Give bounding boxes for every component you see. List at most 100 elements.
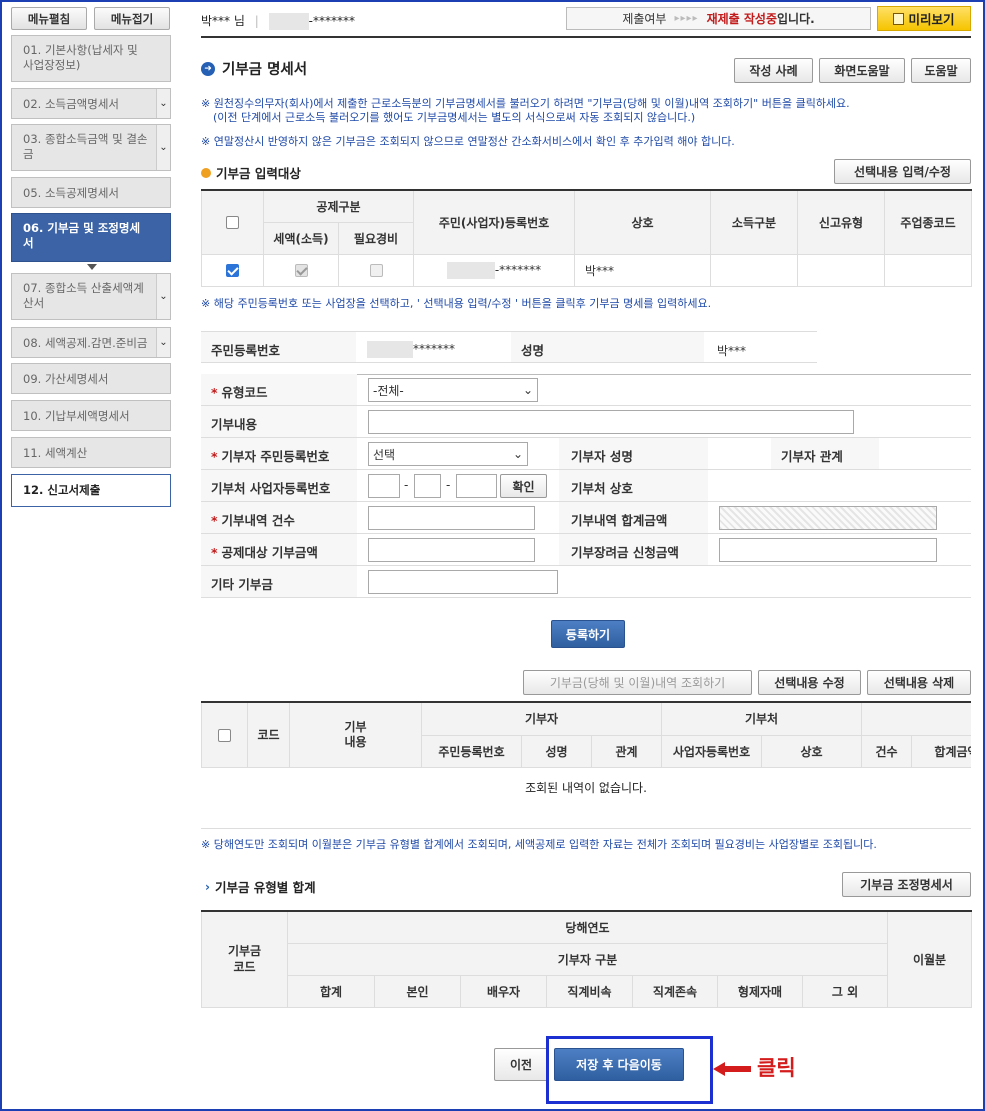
sidebar-toolbar: 메뉴펼침 메뉴접기 [11,7,170,30]
donation-list-table: 코드 기부 내용 기부자 기부처 주민등록번호 성명 관계 사업자등록번호 상호… [201,701,971,768]
row-checkbox[interactable] [226,264,239,277]
sidebar-item[interactable]: 11. 세액계산 [11,437,171,468]
list-select-all-checkbox[interactable] [218,728,231,742]
register-button[interactable]: 등록하기 [551,620,625,648]
other-input[interactable] [368,570,558,594]
footnote: ※ 당해연도만 조회되며 이월분은 기부금 유형별 합계에서 조회되며, 세액공… [201,838,877,851]
adjustment-statement-button[interactable]: 기부금 조정명세서 [842,872,971,897]
list-header-recipient: 기부처 [661,701,862,736]
form-row-donor: * 기부자 주민등록번호 선택 ⌄ 기부자 성명 기부자 관계 [201,438,971,470]
deduct-amount-input[interactable] [368,538,535,562]
preview-label: 미리보기 [908,12,955,27]
edit-selection-button[interactable]: 선택내용 입력/수정 [834,159,971,184]
sidebar-item[interactable]: 07. 종합소득 산출세액계산서 ⌄ [11,273,171,320]
expand-menu-button[interactable]: 메뉴펼침 [11,7,87,30]
brn-part3-input[interactable] [456,474,497,498]
delete-row-button[interactable]: 선택내용 삭제 [867,670,971,695]
summary-col: 형제자매 [717,974,803,1008]
donor-rrn-select[interactable]: 선택 ⌄ [368,442,528,466]
sidebar-item[interactable]: 08. 세액공제.감면.준비금 ⌄ [11,327,171,358]
summary-col: 합계 [287,974,375,1008]
name-cell: 박*** [574,253,712,287]
tax-credit-checkbox [294,264,308,277]
donor-name-label: 기부자 성명 [571,449,633,464]
list-header-company: 상호 [761,734,862,768]
header-income-type: 소득구분 [710,189,799,255]
collapse-menu-button[interactable]: 메뉴접기 [94,7,170,30]
annotation-highlight-box [546,1036,713,1104]
count-input[interactable] [368,506,535,530]
sidebar-item[interactable]: 09. 가산세명세서 [11,363,171,394]
sidebar-item-label: 07. 종합소득 산출세액계산서 [23,281,144,310]
sidebar-item[interactable]: 06. 기부금 및 조정명세서 [11,213,171,262]
sidebar-item[interactable]: 03. 종합소득금액 및 결손금 ⌄ [11,124,171,171]
content-input[interactable] [368,410,854,434]
summary-header-code: 기부금 코드 [201,910,288,1008]
screen-help-button[interactable]: 화면도움말 [819,58,905,83]
edit-row-button[interactable]: 선택내용 수정 [758,670,861,695]
example-button[interactable]: 작성 사례 [734,58,813,83]
select-all-checkbox[interactable] [226,216,239,230]
summary-col: 직계존속 [632,974,718,1008]
chevron-down-icon[interactable]: ⌄ [156,125,170,170]
income-type-cell [710,253,799,287]
chevron-down-icon[interactable]: ⌄ [156,274,170,319]
help-button[interactable]: 도움말 [911,58,971,83]
chevron-down-icon[interactable]: ⌄ [156,89,170,118]
name-label: 성명 [521,343,545,358]
brn-part1-input[interactable] [368,474,400,498]
confirm-button[interactable]: 확인 [500,474,547,498]
summary-header-donor-type: 기부자 구분 [287,942,888,976]
header-industry-code: 주업종코드 [884,189,973,255]
report-type-cell [797,253,886,287]
list-header-donor: 기부자 [421,701,662,736]
arrow-right-circle-icon: ➜ [201,61,215,76]
summary-col: 그 외 [802,974,888,1008]
header-reg-no: 주민(사업자)등록번호 [413,189,576,255]
section-title-summary: › 기부금 유형별 합계 [205,877,316,896]
notice-line: ※ 연말정산시 반영하지 않은 기부금은 조회되지 않으므로 연말정산 간소화서… [201,135,735,148]
lookup-history-button[interactable]: 기부금(당해 및 이월)내역 조회하기 [523,670,752,695]
sidebar-item[interactable]: 10. 기납부세액명세서 [11,400,171,431]
select-all-cell [201,189,264,255]
table-row[interactable]: -******* 박*** [201,253,973,287]
sidebar-item-label: 03. 종합소득금액 및 결손금 [23,132,148,161]
other-label: 기타 기부금 [211,577,273,592]
summary-col: 배우자 [460,974,547,1008]
donor-relation-label: 기부자 관계 [781,449,843,464]
scholarship-input[interactable] [719,538,937,562]
header-report-type: 신고유형 [797,189,886,255]
masked-id-block [367,341,413,358]
type-select[interactable]: -전체- ⌄ [368,378,538,402]
user-info: 박*** 님 | -******* [201,13,355,30]
sidebar-item[interactable]: 02. 소득금액명세서 ⌄ [11,88,171,119]
chevron-down-icon: ⌄ [512,447,523,461]
total-label: 기부내역 합계금액 [571,513,668,528]
dash: - [446,478,451,492]
brn-part2-input[interactable] [414,474,441,498]
resident-info-row: 주민등록번호 ******* 성명 박*** [201,331,817,363]
name-value: 박*** [717,344,747,358]
form-row-other: 기타 기부금 [201,566,971,598]
sidebar-item[interactable]: 12. 신고서제출 [11,474,171,507]
list-header-content: 기부 내용 [289,701,422,768]
form-row-content: 기부내용 [201,406,971,438]
preview-button[interactable]: 미리보기 [877,6,971,31]
form-row-recipient: 기부처 사업자등록번호 - - 확인 기부처 상호 [201,470,971,502]
annotation-click-label: 클릭 [757,1056,796,1080]
header-divider [201,36,971,38]
sidebar-item[interactable]: 05. 소득공제명세서 [11,177,171,208]
chevron-down-icon[interactable]: ⌄ [156,328,170,357]
sidebar-item-label: 01. 기본사항(납세자 및 사업장정보) [23,43,138,72]
prev-button[interactable]: 이전 [494,1048,548,1081]
notice-line: (이전 단계에서 근로소득 불러오기를 했어도 기부금명세서는 별도의 서식으로… [213,111,696,124]
list-select-all-cell [201,701,248,768]
recipient-brn-label: 기부처 사업자등록번호 [211,481,331,496]
sidebar-item[interactable]: 01. 기본사항(납세자 및 사업장정보) [11,35,171,82]
notice-line: ※ 원천징수의무자(회사)에서 제출한 근로소득분의 기부금명세서를 불러오기 … [201,97,850,110]
summary-header-carryover: 이월분 [887,910,972,1008]
summary-header-current-year: 당해연도 [287,910,888,944]
list-header-code: 코드 [247,701,290,768]
industry-code-cell [884,253,973,287]
list-header-rrn: 주민등록번호 [421,734,522,768]
